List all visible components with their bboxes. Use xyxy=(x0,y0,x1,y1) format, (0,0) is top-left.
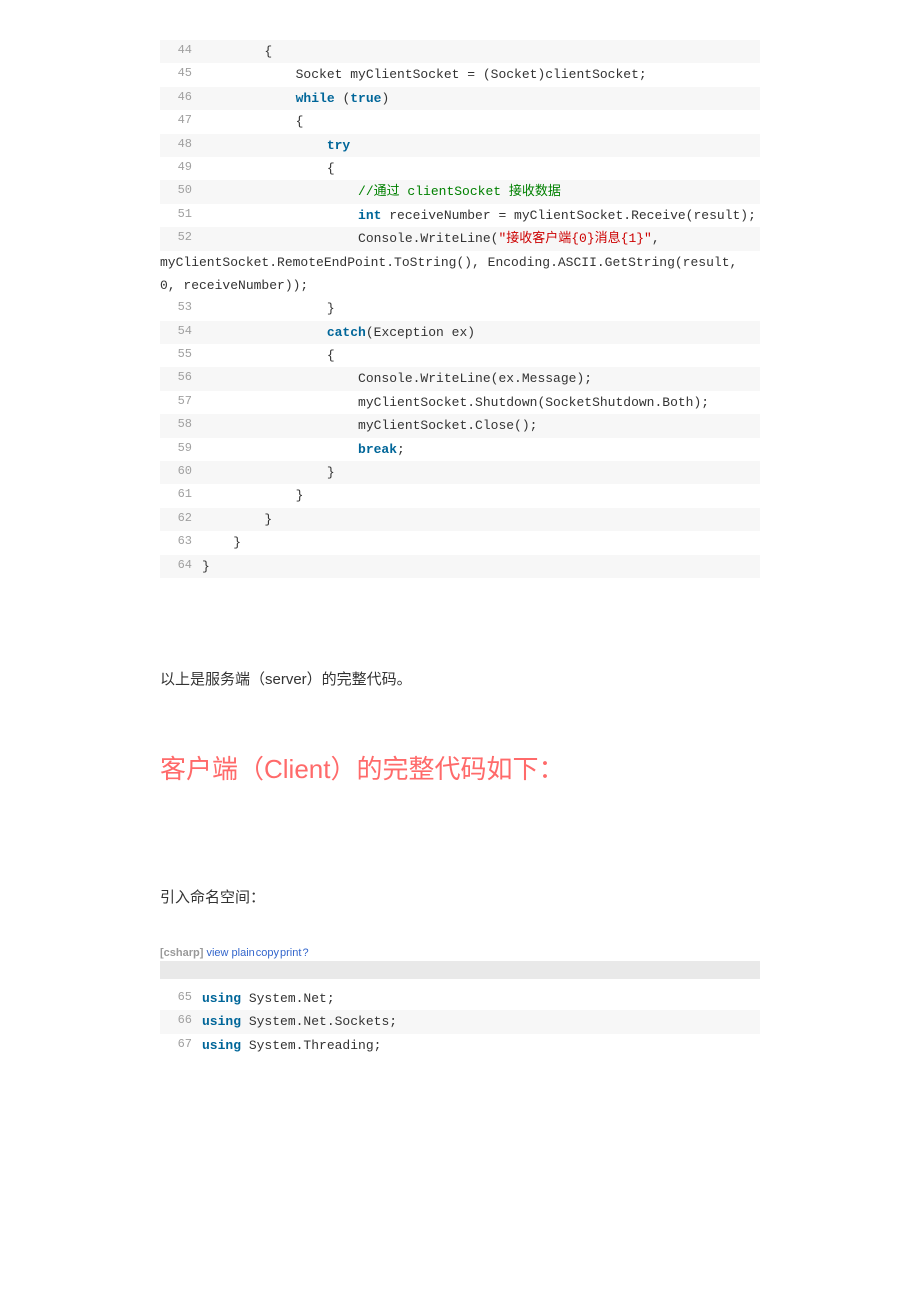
line-number: 57 xyxy=(160,391,202,413)
line-number: 54 xyxy=(160,321,202,343)
code-line: 65using System.Net; xyxy=(160,987,760,1010)
code-line: 56 Console.WriteLine(ex.Message); xyxy=(160,367,760,390)
line-number: 44 xyxy=(160,40,202,62)
code-line: 61 } xyxy=(160,484,760,507)
code-block-server-2: 53 }54 catch(Exception ex)55 {56 Console… xyxy=(160,297,760,578)
code-text: catch(Exception ex) xyxy=(202,321,475,344)
line-number: 61 xyxy=(160,484,202,506)
code-line: 63 } xyxy=(160,531,760,554)
code-line: 47 { xyxy=(160,110,760,133)
code-line: 55 { xyxy=(160,344,760,367)
code-line: 52 Console.WriteLine("接收客户端{0}消息{1}", xyxy=(160,227,760,250)
code-text: myClientSocket.Close(); xyxy=(202,414,537,437)
code-line: 64} xyxy=(160,555,760,578)
line-number: 62 xyxy=(160,508,202,530)
code-line: 59 break; xyxy=(160,438,760,461)
code-line: 50 //通过 clientSocket 接收数据 xyxy=(160,180,760,203)
line-number: 58 xyxy=(160,414,202,436)
code-text: using System.Net; xyxy=(202,987,335,1010)
code-line: 48 try xyxy=(160,134,760,157)
code-text: Console.WriteLine("接收客户端{0}消息{1}", xyxy=(202,227,660,250)
code-text: using System.Net.Sockets; xyxy=(202,1010,397,1033)
code-lang-label: [csharp] xyxy=(160,947,203,959)
code-line: 49 { xyxy=(160,157,760,180)
code-text: //通过 clientSocket 接收数据 xyxy=(202,180,561,203)
code-text: break; xyxy=(202,438,405,461)
code-block-server: 44 {45 Socket myClientSocket = (Socket)c… xyxy=(160,40,760,251)
server-description: 以上是服务端（server）的完整代码。 xyxy=(160,668,760,689)
view-plain-link[interactable]: view plain xyxy=(206,947,254,959)
code-header: [csharp] view plaincopyprint? xyxy=(160,947,760,959)
code-text: try xyxy=(202,134,350,157)
code-text: } xyxy=(202,555,210,578)
code-text: Console.WriteLine(ex.Message); xyxy=(202,367,592,390)
code-line: 46 while (true) xyxy=(160,87,760,110)
print-link[interactable]: print xyxy=(280,947,301,959)
code-line: 53 } xyxy=(160,297,760,320)
line-number: 48 xyxy=(160,134,202,156)
code-toolbar-bar xyxy=(160,961,760,979)
line-number: 53 xyxy=(160,297,202,319)
code-text: } xyxy=(202,484,303,507)
line-number: 64 xyxy=(160,555,202,577)
code-line: 54 catch(Exception ex) xyxy=(160,321,760,344)
code-text: { xyxy=(202,157,335,180)
help-link[interactable]: ? xyxy=(302,947,308,959)
line-number: 45 xyxy=(160,63,202,85)
code-text: using System.Threading; xyxy=(202,1034,381,1057)
line-number: 56 xyxy=(160,367,202,389)
line-number: 49 xyxy=(160,157,202,179)
line-number: 67 xyxy=(160,1034,202,1056)
code-text: } xyxy=(202,508,272,531)
code-text: } xyxy=(202,461,335,484)
code-line: 51 int receiveNumber = myClientSocket.Re… xyxy=(160,204,760,227)
code-text: Socket myClientSocket = (Socket)clientSo… xyxy=(202,63,647,86)
code-line: 58 myClientSocket.Close(); xyxy=(160,414,760,437)
code-text: { xyxy=(202,40,272,63)
code-line: 62 } xyxy=(160,508,760,531)
line-number: 55 xyxy=(160,344,202,366)
code-line: 44 { xyxy=(160,40,760,63)
code-text: { xyxy=(202,344,335,367)
code-line: 67using System.Threading; xyxy=(160,1034,760,1057)
line-number: 52 xyxy=(160,227,202,249)
code-text: myClientSocket.Shutdown(SocketShutdown.B… xyxy=(202,391,709,414)
line-number: 66 xyxy=(160,1010,202,1032)
copy-link[interactable]: copy xyxy=(256,947,279,959)
code-line: 45 Socket myClientSocket = (Socket)clien… xyxy=(160,63,760,86)
code-line: 57 myClientSocket.Shutdown(SocketShutdow… xyxy=(160,391,760,414)
line-number: 51 xyxy=(160,204,202,226)
code-continuation: myClientSocket.RemoteEndPoint.ToString()… xyxy=(160,251,760,298)
line-number: 63 xyxy=(160,531,202,553)
code-block-client: 65using System.Net;66using System.Net.So… xyxy=(160,987,760,1057)
line-number: 59 xyxy=(160,438,202,460)
line-number: 60 xyxy=(160,461,202,483)
line-number: 46 xyxy=(160,87,202,109)
code-text: } xyxy=(202,531,241,554)
namespace-intro: 引入命名空间： xyxy=(160,886,760,907)
code-line: 60 } xyxy=(160,461,760,484)
code-text: int receiveNumber = myClientSocket.Recei… xyxy=(202,204,756,227)
code-text: } xyxy=(202,297,335,320)
code-text: { xyxy=(202,110,303,133)
client-heading: 客户端（Client）的完整代码如下： xyxy=(160,749,760,786)
code-line: 66using System.Net.Sockets; xyxy=(160,1010,760,1033)
line-number: 47 xyxy=(160,110,202,132)
line-number: 65 xyxy=(160,987,202,1009)
line-number: 50 xyxy=(160,180,202,202)
code-text: while (true) xyxy=(202,87,389,110)
